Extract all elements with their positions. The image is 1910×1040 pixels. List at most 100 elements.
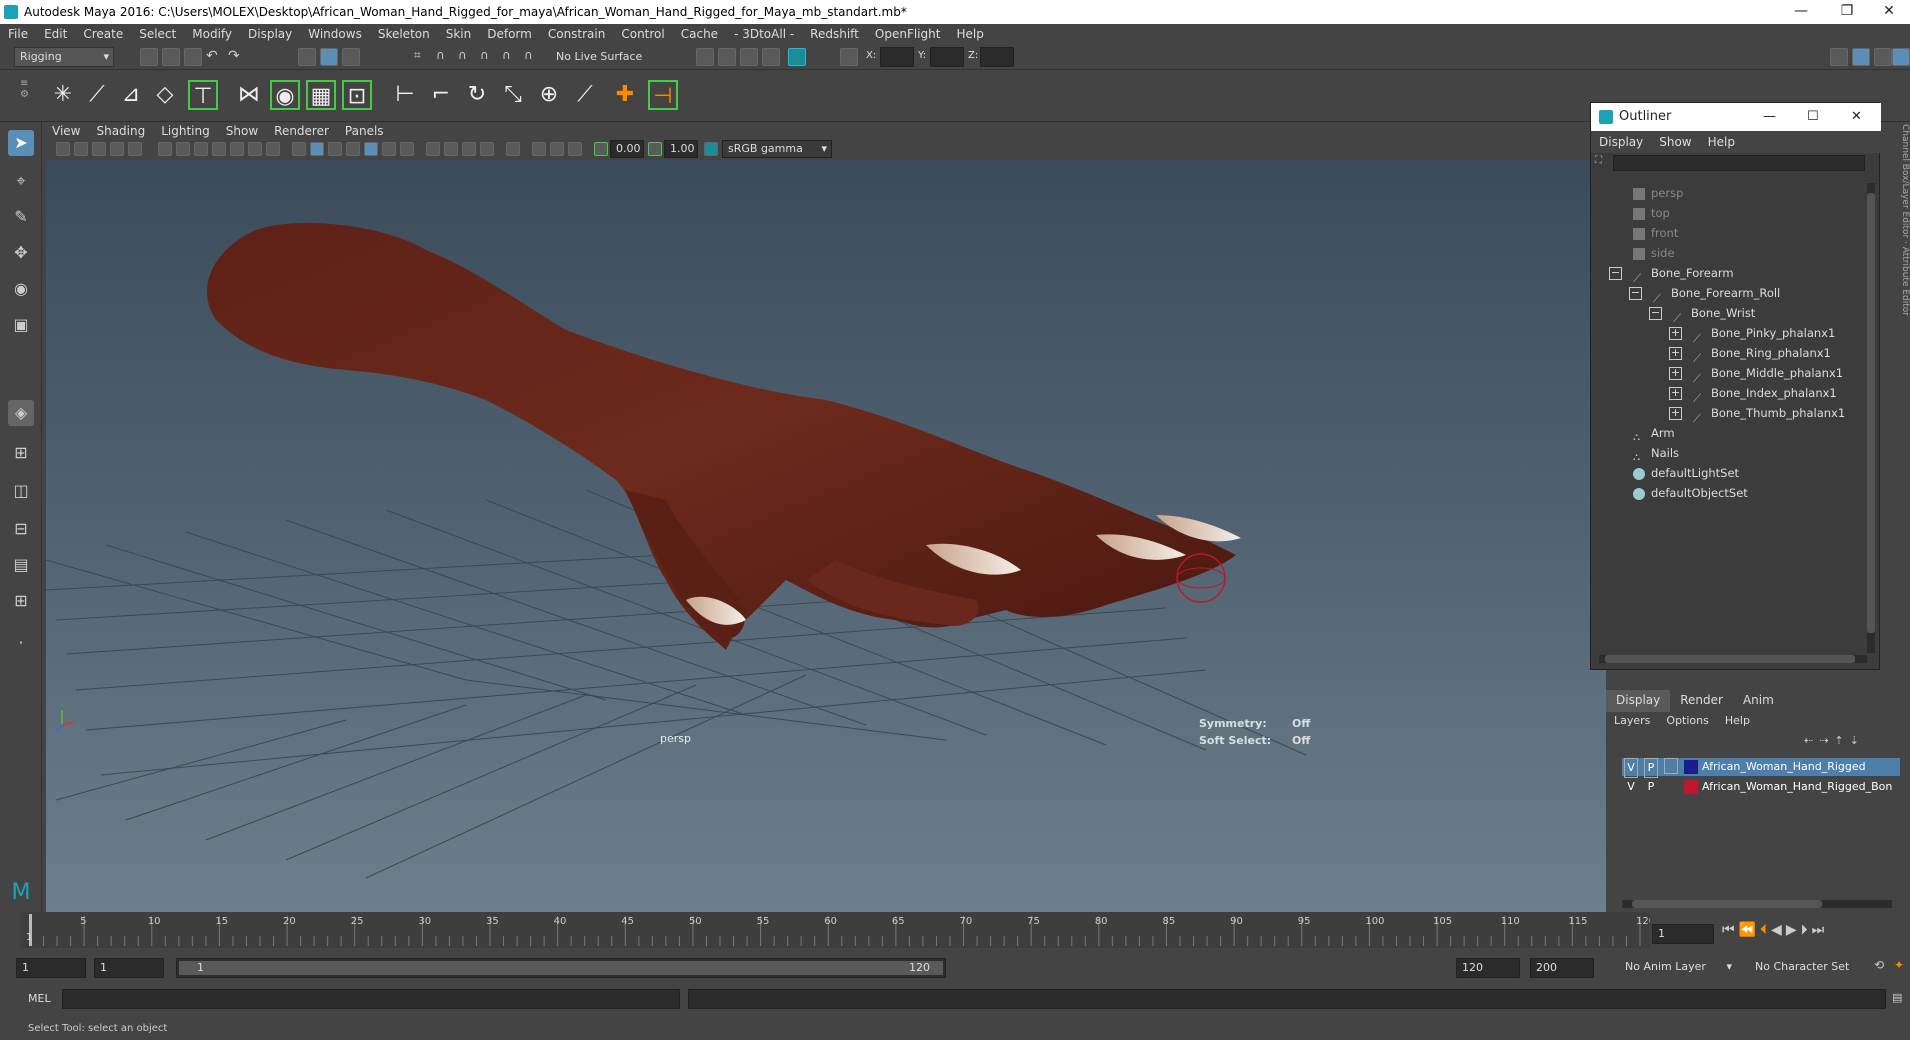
menu-redshift[interactable]: Redshift (802, 27, 867, 41)
orient-joint-icon[interactable]: ⊤ (188, 80, 218, 110)
parent-constraint-icon[interactable]: ⊢ (390, 80, 420, 110)
camera-select-icon[interactable] (56, 142, 70, 156)
outliner-item-nails[interactable]: ⛬ Nails (1633, 443, 1679, 463)
x-input[interactable] (880, 47, 914, 67)
viewport-menu-shading[interactable]: Shading (88, 124, 153, 138)
menu-help[interactable]: Help (948, 27, 991, 41)
layer-reference-toggle[interactable] (1664, 778, 1678, 794)
transform-mode-icon[interactable] (840, 48, 858, 66)
anim-layer-dropdown[interactable]: No Anim Layer ▾ (1620, 958, 1736, 978)
layer-playback-toggle[interactable]: P (1644, 778, 1658, 796)
auto-key-icon[interactable]: ⟲ (1874, 958, 1890, 976)
snap-live-icon[interactable]: ∩ (524, 48, 542, 66)
preferences-icon[interactable]: ✦ (1894, 958, 1910, 976)
grid-icon[interactable] (158, 142, 172, 156)
go-to-end-icon[interactable]: ⏭ (1812, 922, 1829, 938)
image-plane-icon[interactable] (110, 142, 124, 156)
select-object-icon[interactable] (320, 48, 338, 66)
isolate-select-icon[interactable] (506, 142, 520, 156)
tab-render[interactable]: Render (1670, 690, 1733, 712)
outliner-item-default-object-set[interactable]: defaultObjectSet (1633, 483, 1748, 503)
outliner-menu-help[interactable]: Help (1700, 135, 1743, 149)
character-set-dropdown[interactable]: No Character Set (1750, 958, 1870, 978)
expand-icon[interactable]: + (1669, 367, 1682, 380)
layer-menu-help[interactable]: Help (1717, 712, 1758, 732)
viewport-menu-view[interactable]: View (44, 124, 88, 138)
outliner-item-bone-forearm-roll[interactable]: ⟋ Bone_Forearm_Roll (1653, 283, 1780, 305)
orient-constraint-icon[interactable]: ↻ (462, 80, 492, 110)
bookmark-icon[interactable] (92, 142, 106, 156)
xray-icon[interactable] (532, 142, 546, 156)
expand-icon[interactable]: + (1669, 407, 1682, 420)
outliner-item-bone-pinky[interactable]: ⟋ Bone_Pinky_phalanx1 (1693, 323, 1835, 345)
expand-icon[interactable]: + (1669, 347, 1682, 360)
viewport-menu-show[interactable]: Show (218, 124, 266, 138)
collapse-icon[interactable]: − (1629, 287, 1642, 300)
outliner-item-bone-index[interactable]: ⟋ Bone_Index_phalanx1 (1693, 383, 1837, 405)
ipr-render-icon[interactable] (740, 48, 758, 66)
tab-display[interactable]: Display (1606, 690, 1671, 712)
layer-visibility-toggle[interactable]: V (1624, 778, 1638, 796)
range-slider-handle[interactable]: 1 120 (179, 961, 943, 975)
ik-spline-icon[interactable]: ⊿ (116, 80, 146, 110)
play-forward-icon[interactable]: ▶ (1786, 922, 1801, 938)
step-back-icon[interactable]: ⏴ (1760, 922, 1771, 938)
shelf-menu-icon[interactable]: ≡ ⚙ (20, 78, 32, 114)
2d-pan-icon[interactable] (128, 142, 142, 156)
menu-file[interactable]: File (0, 27, 36, 41)
script-editor-icon[interactable]: ▤ (1892, 991, 1906, 1005)
layer-color-swatch[interactable] (1684, 760, 1698, 774)
persp-outliner-icon[interactable]: ▤ (8, 552, 34, 578)
scene-start-input[interactable]: 1 (16, 958, 86, 978)
ao-icon[interactable] (426, 142, 440, 156)
smooth-shade-icon[interactable] (310, 142, 324, 156)
viewport-menu-lighting[interactable]: Lighting (153, 124, 218, 138)
menu-edit[interactable]: Edit (36, 27, 75, 41)
outliner-close-button[interactable]: ✕ (1851, 103, 1862, 131)
go-to-start-icon[interactable]: ⏮ (1722, 922, 1739, 938)
minimize-button[interactable]: — (1778, 0, 1824, 24)
outliner-item-side[interactable]: side (1633, 243, 1675, 263)
outliner-item-bone-wrist[interactable]: ⟋ Bone_Wrist (1673, 303, 1755, 325)
aim-constraint-icon[interactable]: ⊕ (534, 80, 564, 110)
exposure-icon[interactable] (594, 142, 608, 156)
menu-3dtoall[interactable]: - 3DtoAll - (726, 27, 802, 41)
textured-icon[interactable] (364, 142, 378, 156)
select-hierarchy-icon[interactable] (298, 48, 316, 66)
menu-select[interactable]: Select (131, 27, 184, 41)
gamma-input[interactable]: 1.00 (664, 140, 698, 158)
toolbox-more-icon[interactable]: · (8, 630, 34, 656)
menu-control[interactable]: Control (613, 27, 672, 41)
outliner-item-front[interactable]: front (1633, 223, 1678, 243)
scale-constraint-icon[interactable]: ⤡ (498, 80, 528, 110)
viewport-persp[interactable]: persp Symmetry: Off Soft Select: Off (46, 160, 1606, 912)
layer-row[interactable]: V P African_Woman_Hand_Rigged_Bon (1622, 778, 1900, 796)
interactive-bind-icon[interactable]: ▦ (306, 80, 336, 110)
color-management-icon[interactable] (704, 142, 718, 156)
ik-handle-icon[interactable]: ⟋ (82, 80, 112, 110)
exposure-input[interactable]: 0.00 (610, 140, 644, 158)
xray-joints-icon[interactable] (568, 142, 582, 156)
save-scene-icon[interactable] (184, 48, 202, 66)
outliner-item-bone-middle[interactable]: ⟋ Bone_Middle_phalanx1 (1693, 363, 1843, 385)
gamma-icon[interactable] (648, 142, 662, 156)
outliner-item-arm[interactable]: ⛬ Arm (1633, 423, 1675, 443)
view-transform-dropdown[interactable]: sRGB gamma ▾ (722, 140, 832, 158)
outliner-item-bone-thumb[interactable]: ⟋ Bone_Thumb_phalanx1 (1693, 403, 1845, 425)
cluster-icon[interactable]: ⊣ (648, 80, 678, 110)
snap-grid-icon[interactable]: ⌗ (414, 48, 432, 66)
playback-start-input[interactable]: 1 (94, 958, 164, 978)
tool-settings-icon[interactable] (1874, 48, 1892, 66)
outliner-item-persp[interactable]: persp (1633, 183, 1683, 203)
side-by-side-icon[interactable]: ◫ (8, 478, 34, 504)
layer-move-icons[interactable]: ⇠⇢⇡⇣ (1804, 734, 1894, 750)
render-view-icon[interactable] (696, 48, 714, 66)
expand-icon[interactable]: + (1669, 327, 1682, 340)
pole-vector-icon[interactable]: ⟋ (570, 80, 600, 110)
outliner-titlebar[interactable]: Outliner — ☐ ✕ (1591, 103, 1881, 131)
depth-of-field-icon[interactable] (480, 142, 494, 156)
anti-aliasing-icon[interactable] (462, 142, 476, 156)
layer-visibility-toggle[interactable]: V (1624, 758, 1638, 778)
outliner-item-bone-ring[interactable]: ⟋ Bone_Ring_phalanx1 (1693, 343, 1831, 365)
xray-active-icon[interactable] (550, 142, 564, 156)
